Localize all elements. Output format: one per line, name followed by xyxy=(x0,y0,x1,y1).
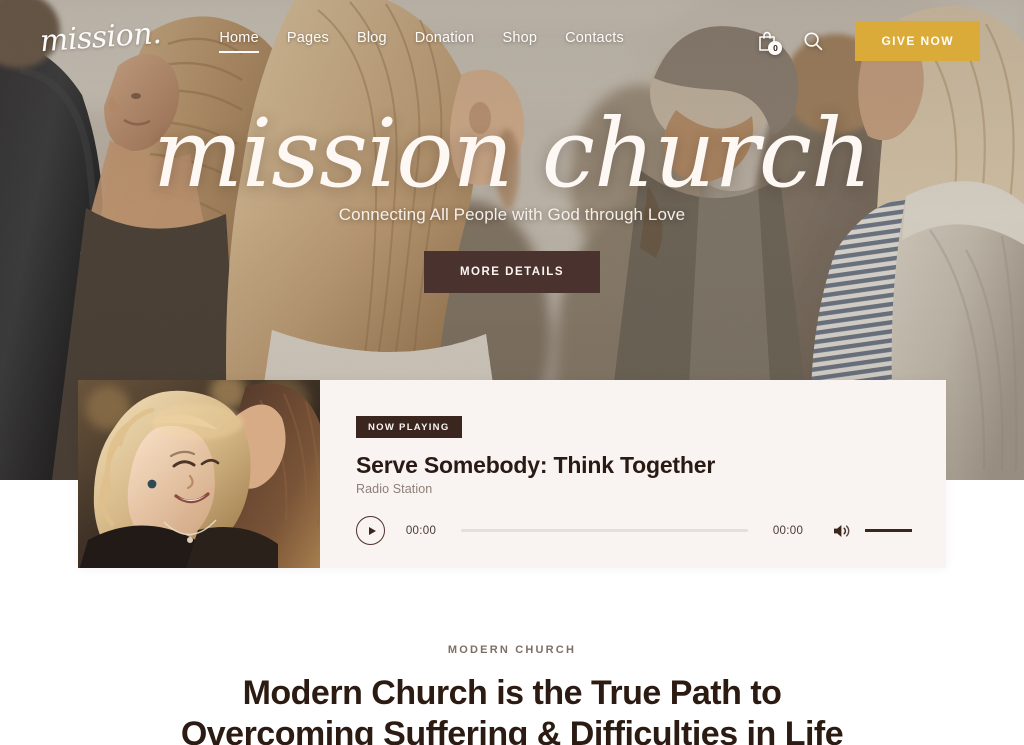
section-heading-line-1: Modern Church is the True Path to xyxy=(242,674,782,712)
player-controls: 00:00 00:00 xyxy=(356,516,912,545)
nav-item-home[interactable]: Home xyxy=(219,30,260,53)
section-eyebrow: MODERN CHURCH xyxy=(447,644,577,656)
volume-slider[interactable] xyxy=(865,529,912,532)
play-button[interactable] xyxy=(356,516,385,545)
main-navigation: Home Pages Blog Donation Shop Contacts xyxy=(219,30,624,53)
site-header: mission. Home Pages Blog Donation Shop C… xyxy=(0,0,1024,82)
search-icon xyxy=(804,32,823,51)
track-subtitle: Radio Station xyxy=(356,482,433,496)
volume-icon xyxy=(834,524,850,537)
hero-title: mission church xyxy=(152,98,872,209)
volume-button[interactable] xyxy=(832,523,851,539)
play-icon xyxy=(368,526,376,535)
cart-count-badge: 0 xyxy=(768,41,783,55)
player-thumbnail-photo xyxy=(78,380,320,568)
nav-item-donation[interactable]: Donation xyxy=(415,30,475,53)
nav-item-pages[interactable]: Pages xyxy=(287,30,329,53)
audio-player-panel: NOW PLAYING Serve Somebody: Think Togeth… xyxy=(78,380,946,568)
nav-item-blog[interactable]: Blog xyxy=(357,30,387,53)
progress-bar[interactable] xyxy=(461,529,748,532)
hero-subtitle: Connecting All People with God through L… xyxy=(338,205,686,225)
section-heading-line-2: Overcoming Suffering & Difficulties in L… xyxy=(180,715,844,745)
more-details-button[interactable]: MORE DETAILS xyxy=(423,251,601,294)
track-title: Serve Somebody: Think Together xyxy=(356,452,716,478)
nav-item-contacts[interactable]: Contacts xyxy=(565,30,624,53)
player-thumbnail xyxy=(78,380,320,568)
site-logo[interactable]: mission. xyxy=(39,16,163,63)
now-playing-badge: NOW PLAYING xyxy=(356,416,462,438)
total-time: 00:00 xyxy=(772,524,804,537)
player-info: NOW PLAYING Serve Somebody: Think Togeth… xyxy=(320,380,946,568)
cart-button[interactable]: 0 xyxy=(755,28,783,55)
current-time: 00:00 xyxy=(405,524,437,537)
search-button[interactable] xyxy=(801,28,825,54)
modern-church-section: MODERN CHURCH Modern Church is the True … xyxy=(0,568,1024,745)
section-heading: Modern Church is the True Path to Overco… xyxy=(0,673,1024,745)
nav-item-shop[interactable]: Shop xyxy=(502,30,537,53)
give-now-button[interactable]: GIVE NOW xyxy=(855,21,980,61)
header-actions: 0 GIVE NOW xyxy=(755,21,980,61)
